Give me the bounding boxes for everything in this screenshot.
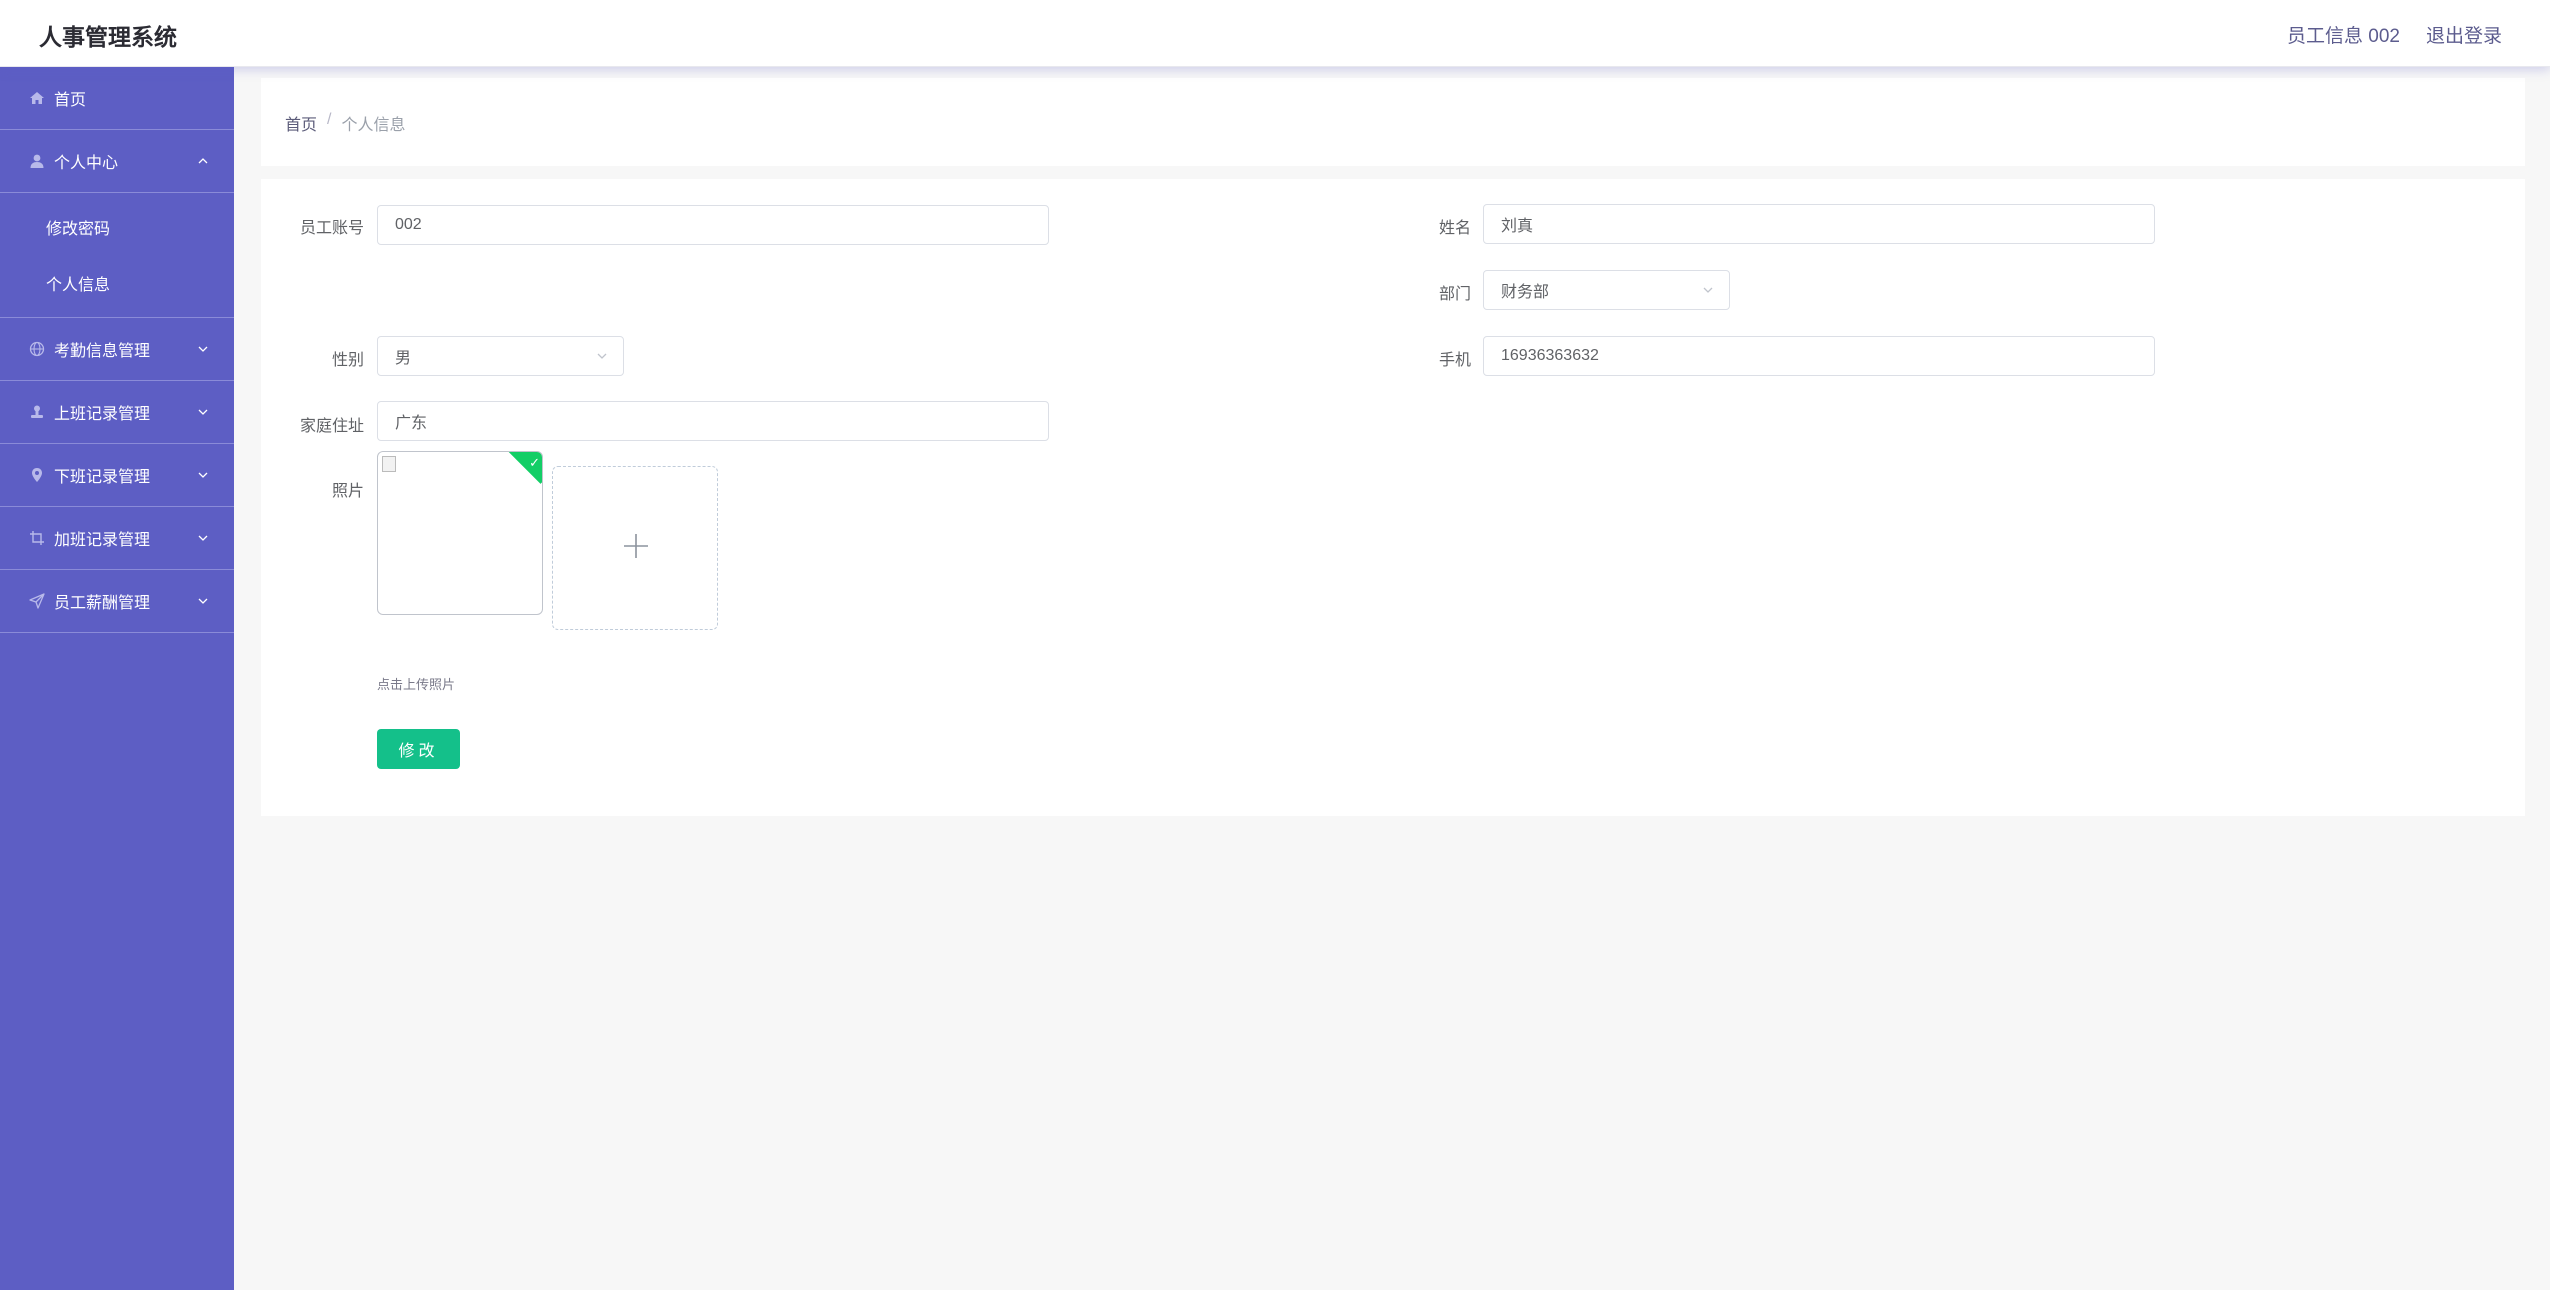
chevron-down-icon xyxy=(198,598,208,604)
logout-link[interactable]: 退出登录 xyxy=(2426,21,2502,48)
sidebar-item-label: 下班记录管理 xyxy=(54,469,151,486)
sidebar-item-label: 首页 xyxy=(54,92,87,109)
sidebar-item-change-password[interactable]: 修改密码 xyxy=(0,199,234,255)
sidebar-item-overtime[interactable]: 加班记录管理 xyxy=(0,507,234,570)
sidebar-item-home[interactable]: 首页 xyxy=(0,67,234,130)
name-label: 姓名 xyxy=(1438,220,1471,237)
sidebar-item-clock-out[interactable]: 下班记录管理 xyxy=(0,444,234,507)
chevron-down-icon xyxy=(198,346,208,352)
phone-input[interactable]: 16936363632 xyxy=(1483,336,2155,376)
header-actions: 员工信息 002 退出登录 xyxy=(2287,21,2502,48)
broken-image-icon xyxy=(382,456,396,472)
breadcrumb: 首页 / 个人信息 xyxy=(285,111,405,135)
top-header: 人事管理系统 员工信息 002 退出登录 xyxy=(0,0,2550,67)
sidebar-item-label: 上班记录管理 xyxy=(54,406,151,423)
sidebar-item-label: 员工薪酬管理 xyxy=(54,595,151,612)
stamp-icon xyxy=(28,403,46,421)
user-icon xyxy=(28,152,46,170)
chevron-down-icon xyxy=(1703,287,1713,293)
uploaded-photo[interactable]: ✓ xyxy=(377,451,543,615)
department-selected-value: 财务部 xyxy=(1501,284,1550,301)
personal-center-submenu: 修改密码 个人信息 xyxy=(0,193,234,318)
chevron-down-icon xyxy=(198,472,208,478)
sidebar-item-label: 加班记录管理 xyxy=(54,532,151,549)
address-label: 家庭住址 xyxy=(299,418,364,435)
check-icon: ✓ xyxy=(529,455,540,470)
chevron-down-icon xyxy=(198,409,208,415)
send-icon xyxy=(28,592,46,610)
plus-icon xyxy=(624,534,648,558)
breadcrumb-card: 首页 / 个人信息 xyxy=(261,78,2525,166)
gender-label: 性别 xyxy=(331,352,364,369)
name-input[interactable]: 刘真 xyxy=(1483,204,2155,244)
address-input[interactable]: 广东 xyxy=(377,401,1049,441)
sidebar-item-label: 个人中心 xyxy=(54,155,119,172)
gender-select[interactable]: 男 xyxy=(377,336,624,376)
photo-label: 照片 xyxy=(331,483,364,500)
sidebar-item-label: 考勤信息管理 xyxy=(54,343,151,360)
chevron-up-icon xyxy=(198,158,208,164)
department-select[interactable]: 财务部 xyxy=(1483,270,1730,310)
phone-label: 手机 xyxy=(1438,352,1471,369)
account-label: 员工账号 xyxy=(299,220,364,237)
gender-selected-value: 男 xyxy=(395,350,412,367)
sidebar-item-salary[interactable]: 员工薪酬管理 xyxy=(0,570,234,633)
globe-icon xyxy=(28,340,46,358)
sidebar-item-personal-info[interactable]: 个人信息 xyxy=(0,255,234,311)
upload-tip: 点击上传照片 xyxy=(377,677,456,692)
user-info-link[interactable]: 员工信息 002 xyxy=(2287,21,2400,48)
breadcrumb-current: 个人信息 xyxy=(341,117,406,134)
upload-photo-button[interactable] xyxy=(552,466,718,630)
submit-button[interactable]: 修改 xyxy=(377,729,460,769)
sidebar-item-personal-center[interactable]: 个人中心 xyxy=(0,130,234,193)
app-title: 人事管理系统 xyxy=(39,24,177,50)
breadcrumb-home[interactable]: 首页 xyxy=(285,111,317,135)
account-input[interactable]: 002 xyxy=(377,205,1049,245)
chevron-down-icon xyxy=(198,535,208,541)
location-icon xyxy=(28,466,46,484)
home-icon xyxy=(28,89,46,107)
sidebar: 首页 个人中心 修改密码 个人信息 考勤信息管理 上班记录管理 下班记录管理 加… xyxy=(0,67,234,1290)
crop-icon xyxy=(28,529,46,547)
chevron-down-icon xyxy=(597,353,607,359)
department-label: 部门 xyxy=(1438,286,1471,303)
sidebar-item-clock-in[interactable]: 上班记录管理 xyxy=(0,381,234,444)
sidebar-item-attendance[interactable]: 考勤信息管理 xyxy=(0,318,234,381)
breadcrumb-separator: / xyxy=(327,111,332,128)
